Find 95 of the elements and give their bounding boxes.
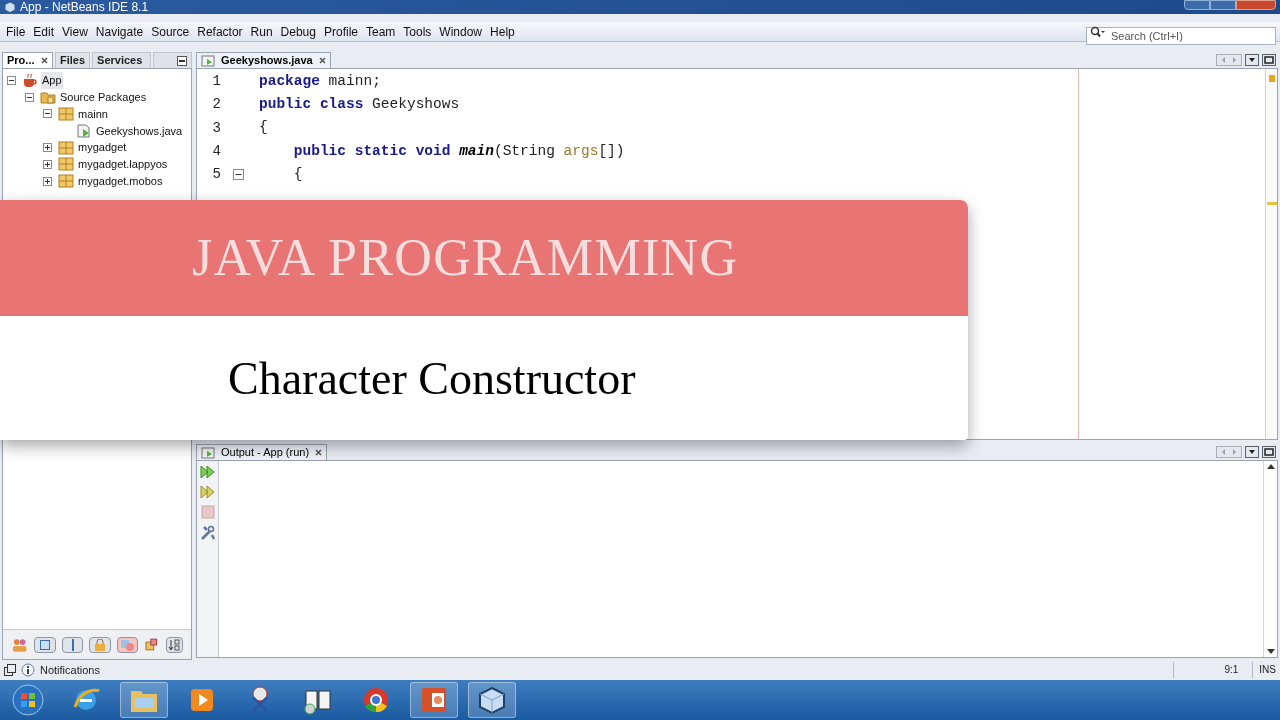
lock-toggle-button[interactable] xyxy=(89,636,111,653)
windows-icon[interactable] xyxy=(4,664,16,676)
folder-icon xyxy=(40,90,56,105)
warning-mark xyxy=(1269,75,1275,82)
package-icon xyxy=(58,157,74,172)
sort-button[interactable] xyxy=(165,636,183,653)
code-line: public static void main(String args[]) xyxy=(292,141,625,161)
line-number: 3 xyxy=(211,118,221,138)
menu-item[interactable]: Navigate xyxy=(91,22,148,41)
info-icon[interactable] xyxy=(21,663,35,677)
panel-tab[interactable]: Pro... xyxy=(2,52,53,68)
menu-item[interactable]: Team xyxy=(362,22,400,41)
shapes-icon[interactable] xyxy=(144,637,160,652)
search-field[interactable]: Search (Ctrl+I) xyxy=(1086,26,1276,45)
square-icon xyxy=(40,639,51,650)
lock-icon xyxy=(93,638,106,651)
line-number: 4 xyxy=(211,142,221,162)
cube-icon xyxy=(4,1,16,13)
cube-icon[interactable] xyxy=(477,685,507,715)
close-icon[interactable] xyxy=(40,57,48,64)
collapse-icon[interactable] xyxy=(25,92,34,102)
menu-item[interactable]: Source xyxy=(147,22,194,41)
dropdown-icon[interactable] xyxy=(1245,54,1259,66)
menu-item[interactable]: Tools xyxy=(399,22,436,41)
scrollbar[interactable] xyxy=(1263,461,1277,657)
expand-icon[interactable] xyxy=(43,176,52,186)
line-number: 2 xyxy=(211,95,221,115)
panel-tab[interactable]: Services xyxy=(92,52,151,68)
shapes-toggle-button[interactable] xyxy=(116,636,138,653)
maximize-icon[interactable] xyxy=(1262,54,1276,66)
close-icon[interactable] xyxy=(315,449,323,456)
code-line: { xyxy=(258,118,268,138)
down-arrow-icon[interactable] xyxy=(1266,649,1275,655)
java-file-icon xyxy=(76,123,92,138)
code-line: public class Geekyshows xyxy=(258,95,460,115)
presentation-icon[interactable] xyxy=(419,685,449,715)
package-icon xyxy=(58,107,74,121)
tree-item[interactable]: mygadget.lappyos xyxy=(77,156,169,173)
caret-position: 9:1 xyxy=(1173,662,1253,678)
notifications-link[interactable]: Notifications xyxy=(40,661,100,679)
bar-toggle-button[interactable] xyxy=(61,636,84,653)
output-tab[interactable]: Output - App (run) xyxy=(196,444,328,460)
tree-item[interactable]: mygadget xyxy=(77,139,128,156)
close-icon[interactable] xyxy=(318,57,326,64)
menu-item[interactable]: Refactor xyxy=(193,22,247,41)
line-number: 1 xyxy=(211,72,221,92)
window-title: App - NetBeans IDE 8.1 xyxy=(20,1,149,13)
collapse-icon[interactable] xyxy=(43,109,52,119)
coffee-cup-icon xyxy=(22,73,38,88)
start-orb-icon[interactable] xyxy=(11,683,45,717)
menu-item[interactable]: View xyxy=(58,22,92,41)
menu-item[interactable]: Profile xyxy=(320,22,362,41)
taskbar-button[interactable] xyxy=(410,682,458,718)
tree-item[interactable]: mainn xyxy=(77,105,109,123)
tree-item[interactable]: mygadget.mobos xyxy=(77,172,164,190)
round-logo-icon[interactable] xyxy=(361,685,391,715)
bar-icon xyxy=(70,638,75,651)
package-icon xyxy=(58,174,74,189)
editor-tab[interactable]: Geekyshows.java xyxy=(196,52,331,68)
code-line: { xyxy=(292,164,303,184)
banner-title: JAVA PROGRAMMING xyxy=(192,228,739,288)
insert-mode: INS xyxy=(1252,662,1276,678)
collapse-icon[interactable] xyxy=(7,75,16,85)
menu-item[interactable]: Run xyxy=(246,22,277,41)
dropdown-icon[interactable] xyxy=(1245,446,1259,458)
panel-tab[interactable]: Files xyxy=(54,52,91,68)
sort-icon xyxy=(168,638,181,651)
up-arrow-icon[interactable] xyxy=(1266,463,1275,469)
menu-item[interactable]: File xyxy=(2,22,30,41)
collapse-icon[interactable] xyxy=(232,169,244,181)
tree-item[interactable]: App xyxy=(41,72,63,89)
wrench-icon[interactable] xyxy=(199,525,216,541)
rerun-icon[interactable] xyxy=(199,465,216,479)
maximize-icon[interactable] xyxy=(1262,446,1276,458)
menu-item[interactable]: Window xyxy=(435,22,487,41)
play-icon[interactable] xyxy=(189,687,215,713)
menu-item[interactable]: Debug xyxy=(276,22,320,41)
menu-item[interactable]: Edit xyxy=(29,22,59,41)
current-line-mark xyxy=(1267,202,1277,205)
square-toggle-button[interactable] xyxy=(34,636,56,653)
line-number: 5 xyxy=(211,165,221,185)
people-icon[interactable] xyxy=(11,636,29,653)
rerun-icon[interactable] xyxy=(199,485,216,499)
banner-subtitle: Character Constructor xyxy=(228,351,636,406)
tree-item[interactable]: Geekyshows.java xyxy=(95,122,184,140)
expand-icon[interactable] xyxy=(43,159,52,169)
menu-item[interactable]: Help xyxy=(486,22,519,41)
expand-icon[interactable] xyxy=(43,143,52,153)
code-line: package mainn; xyxy=(258,71,381,91)
search-icon xyxy=(1090,25,1106,38)
package-icon xyxy=(58,140,74,155)
shapes-icon xyxy=(120,638,135,651)
tree-item[interactable]: Source Packages xyxy=(59,88,148,106)
taskbar-button[interactable] xyxy=(468,682,516,718)
minimize-icon[interactable] xyxy=(177,55,187,66)
